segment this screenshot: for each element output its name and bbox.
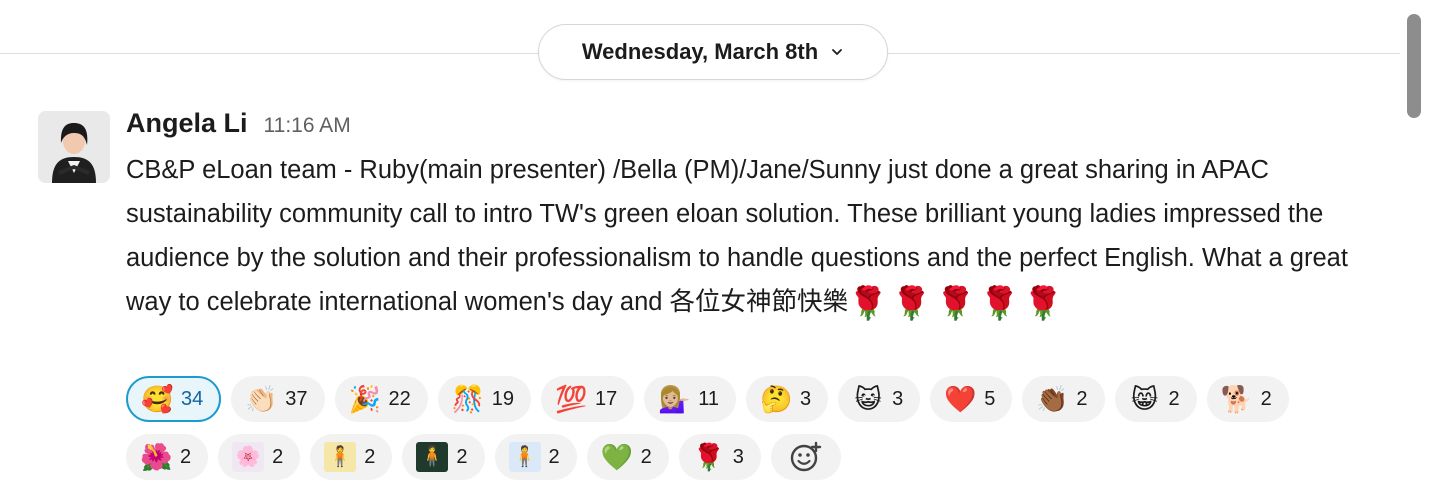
scrollbar[interactable] — [1400, 0, 1432, 484]
reaction-emoji-icon: 🥰 — [141, 384, 174, 414]
reaction-count: 34 — [181, 387, 204, 410]
reaction-emoji-icon: ❤️ — [944, 384, 977, 414]
reaction-pill[interactable]: 🧍 2 — [494, 434, 577, 480]
reaction-count: 2 — [640, 445, 652, 468]
chevron-down-icon — [832, 49, 843, 55]
reaction-count: 3 — [732, 445, 744, 468]
reaction-count: 2 — [1168, 387, 1180, 410]
reaction-count: 37 — [285, 387, 308, 410]
reaction-emoji-icon: 🎊 — [451, 384, 485, 414]
reaction-pill[interactable]: 🥰 34 — [126, 376, 222, 422]
reaction-pill[interactable]: 🎉 22 — [334, 376, 428, 422]
reaction-pill[interactable]: ❤️ 5 — [930, 376, 1013, 422]
reaction-emoji-icon: 🌹 — [692, 442, 726, 472]
reaction-pill[interactable]: 🧍 2 — [402, 434, 485, 480]
reaction-emoji-icon: 🧍 — [508, 442, 541, 472]
message-body: CB&P eLoan team - Ruby(main presenter) /… — [126, 156, 1348, 316]
reaction-emoji-icon: 👏🏻 — [245, 384, 278, 414]
reaction-emoji-icon: 💯 — [555, 384, 588, 414]
reaction-pill[interactable]: 🧍 2 — [310, 434, 393, 480]
reaction-count: 2 — [364, 445, 376, 468]
reaction-emoji-icon: 🧍 — [416, 442, 449, 472]
reaction-count: 19 — [491, 387, 514, 410]
reaction-pill[interactable]: 👏🏾 2 — [1022, 376, 1105, 422]
date-label: Wednesday, March 8th — [581, 39, 819, 64]
reaction-count: 17 — [595, 387, 618, 410]
reaction-count: 3 — [800, 387, 812, 410]
reaction-emoji-icon: 🌺 — [140, 442, 173, 472]
add-reaction-icon — [790, 441, 822, 472]
reaction-count: 2 — [180, 445, 192, 468]
reaction-pill[interactable]: 🤔 3 — [746, 376, 829, 422]
rose-emojis: 🌹🌹🌹🌹🌹 — [848, 285, 1068, 321]
reaction-emoji-icon: 💁🏼‍♀️ — [658, 384, 691, 414]
reaction-emoji-icon: 🎉 — [348, 384, 381, 414]
add-reaction-button[interactable] — [770, 434, 841, 480]
reaction-emoji-icon: 🐕 — [1220, 384, 1254, 414]
reaction-pill[interactable]: 😸 2 — [1114, 376, 1197, 422]
reaction-count: 2 — [1260, 387, 1272, 410]
reaction-emoji-icon: 🌸 — [232, 442, 265, 472]
reaction-count: 5 — [984, 387, 996, 410]
reaction-emoji-icon: 💚 — [600, 442, 633, 472]
message: Angela Li 11:16 AM CB&P eLoan team - Rub… — [126, 108, 1391, 325]
reaction-count: 2 — [1076, 387, 1088, 410]
reaction-pill[interactable]: 💚 2 — [586, 434, 669, 480]
author-name[interactable]: Angela Li — [126, 108, 248, 139]
reaction-count: 22 — [388, 387, 411, 410]
reaction-emoji-icon: 🧍 — [324, 442, 357, 472]
reaction-pill[interactable]: 💁🏼‍♀️ 11 — [644, 376, 737, 422]
reaction-pill[interactable]: 🎊 19 — [437, 376, 531, 422]
reaction-pill[interactable]: 😺 3 — [838, 376, 921, 422]
reaction-pill[interactable]: 🌹 3 — [678, 434, 761, 480]
reaction-emoji-icon: 👏🏾 — [1036, 384, 1069, 414]
message-timestamp[interactable]: 11:16 AM — [264, 114, 351, 138]
reaction-pill[interactable]: 🐕 2 — [1206, 376, 1289, 422]
reaction-emoji-icon: 🤔 — [760, 384, 793, 414]
reactions-bar: 🥰 34 👏🏻 37 🎉 22 🎊 19 💯 17 💁🏼‍♀️ 11 🤔 3 😺 3 ❤️ 5 👏🏾 2 😸 2 🐕 2 🌺 2 🌸… — [126, 376, 1366, 480]
reaction-pill[interactable]: 👏🏻 37 — [231, 376, 325, 422]
message-text: CB&P eLoan team - Ruby(main presenter) /… — [126, 148, 1391, 325]
reaction-emoji-icon: 😺 — [854, 384, 882, 414]
message-header: Angela Li 11:16 AM — [126, 108, 1391, 148]
reaction-count: 2 — [272, 445, 284, 468]
date-divider-button[interactable]: Wednesday, March 8th — [538, 24, 888, 80]
reaction-count: 3 — [892, 387, 904, 410]
reaction-count: 2 — [456, 445, 468, 468]
avatar[interactable] — [38, 111, 110, 183]
reaction-emoji-icon: 😸 — [1130, 384, 1159, 414]
reaction-pill[interactable]: 🌸 2 — [218, 434, 301, 480]
reaction-pill[interactable]: 🌺 2 — [126, 434, 209, 480]
reaction-count: 2 — [548, 445, 560, 468]
scrollbar-thumb[interactable] — [1407, 14, 1421, 118]
reaction-pill[interactable]: 💯 17 — [541, 376, 635, 422]
reaction-count: 11 — [698, 387, 720, 410]
